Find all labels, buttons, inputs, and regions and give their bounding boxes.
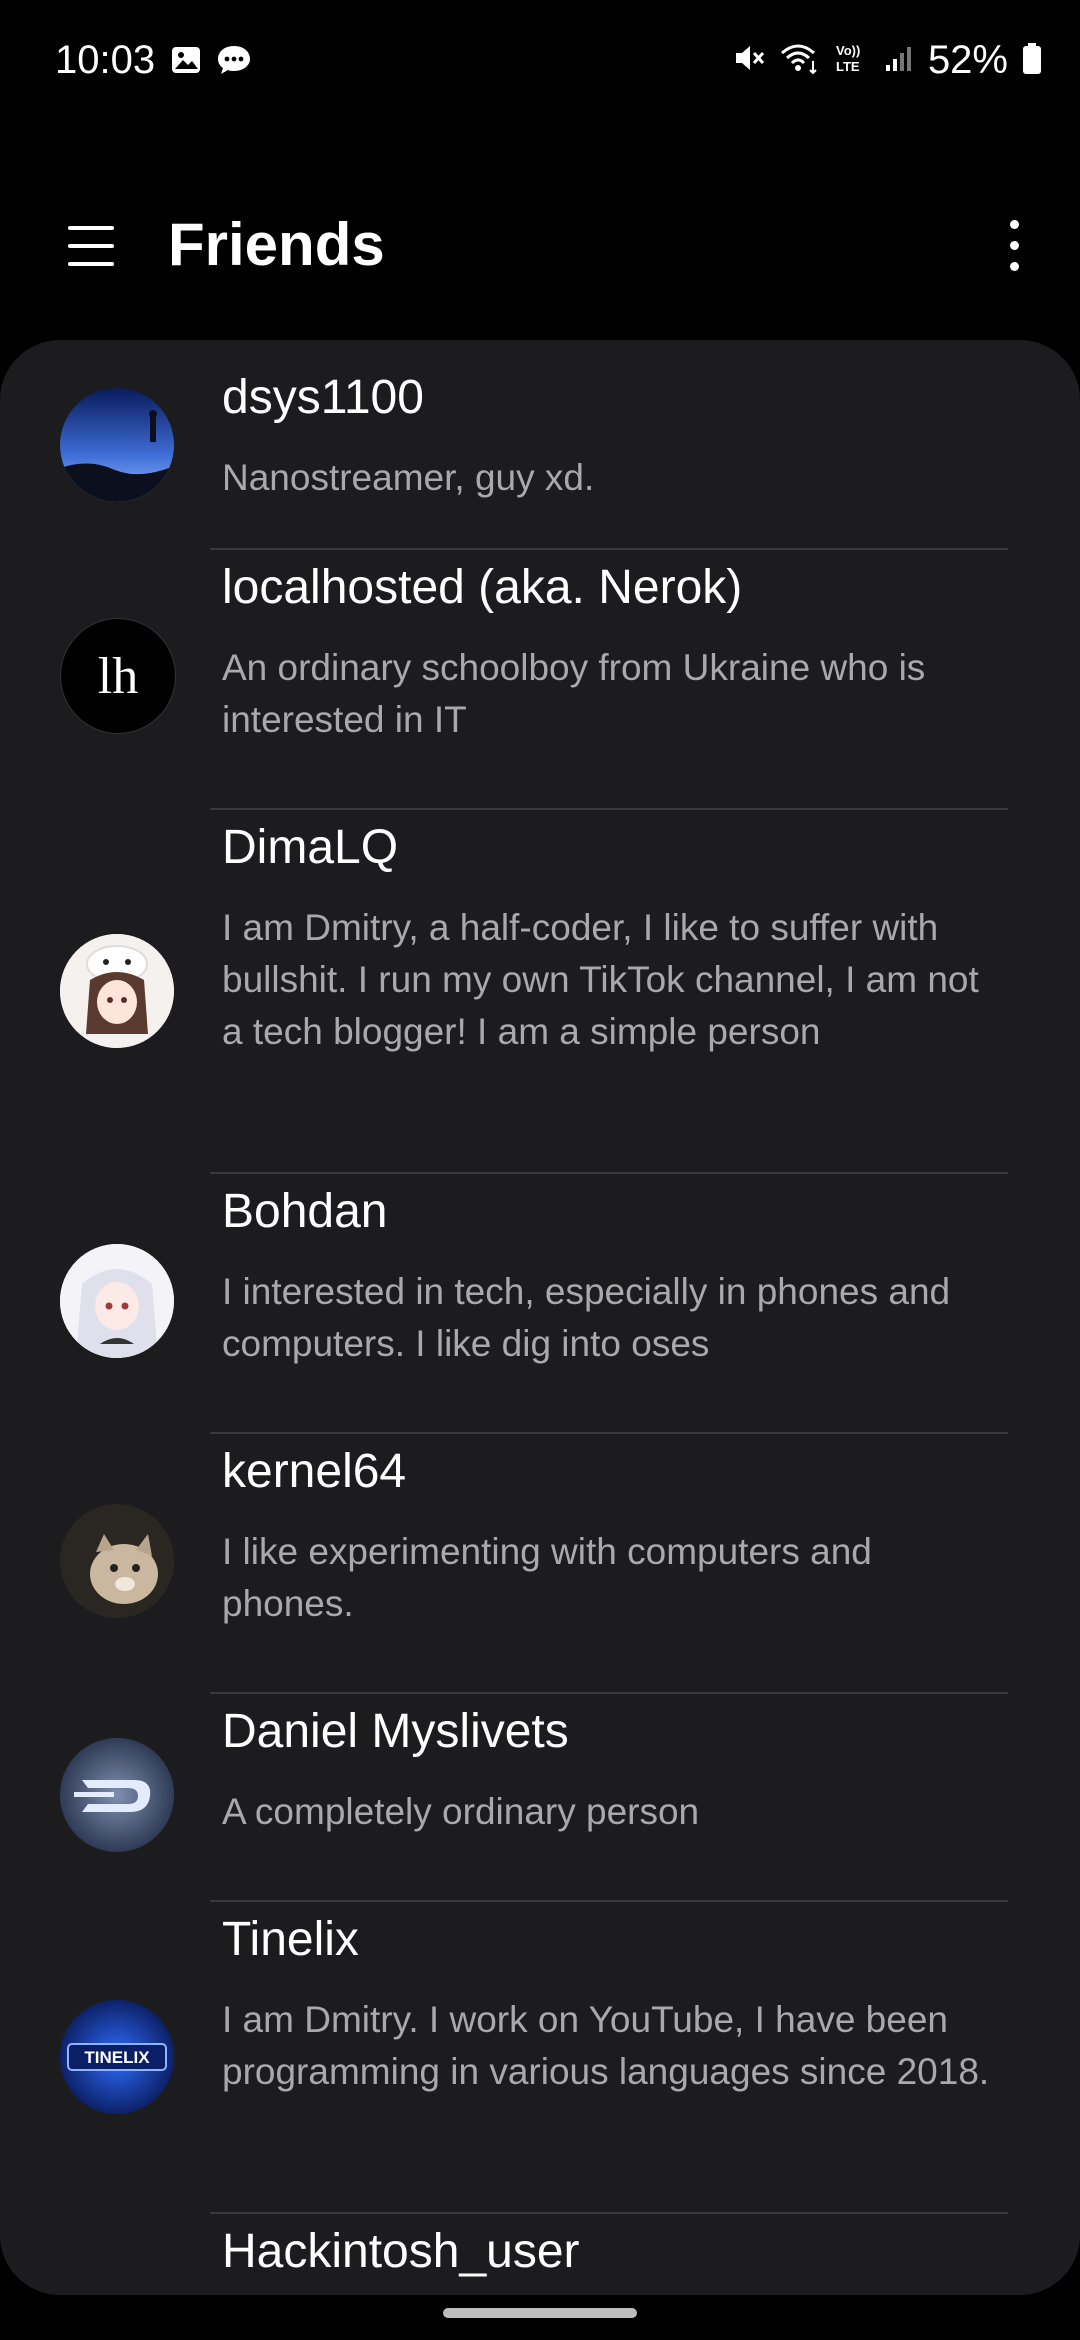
friend-name: dsys1100 [222, 371, 424, 424]
friend-name: DimaLQ [222, 821, 399, 874]
app-bar: Friends [0, 190, 1080, 300]
svg-text:Vo)): Vo)) [836, 43, 860, 58]
friend-name: kernel64 [222, 1445, 407, 1498]
avatar [60, 388, 174, 502]
more-vert-icon-dot [1010, 241, 1019, 250]
hamburger-icon [68, 226, 114, 230]
avatar-tinelix-label: TINELIX [84, 2048, 150, 2067]
friend-description: I interested in tech, especially in phon… [222, 1271, 951, 1364]
gesture-nav-handle[interactable] [443, 2308, 637, 2318]
status-time: 10:03 [55, 38, 156, 82]
friend-item[interactable]: dsys1100 Nanostreamer, guy xd. [0, 340, 1080, 550]
avatar: lh [60, 618, 176, 734]
friend-item[interactable]: Hackintosh_user [0, 2214, 1080, 2295]
mute-icon [732, 41, 766, 80]
avatar [60, 934, 174, 1048]
avatar-lh-label: lh [98, 648, 138, 705]
hamburger-icon-line [68, 244, 114, 248]
chat-bubble-icon [216, 44, 252, 81]
more-options-button[interactable] [986, 216, 1042, 276]
wifi-icon [780, 41, 820, 80]
avatar: TINELIX [60, 2000, 174, 2114]
friend-item[interactable]: Bohdan I interested in tech, especially … [0, 1174, 1080, 1434]
hamburger-icon-line [68, 262, 114, 266]
friend-name: Bohdan [222, 1185, 388, 1238]
more-vert-icon [1010, 220, 1019, 229]
status-bar: 10:03 Vo)) LTE 52% [0, 0, 1080, 125]
battery-icon [1022, 41, 1042, 80]
battery-percent: 52% [927, 38, 1008, 82]
friend-item[interactable]: lh localhosted (aka. Nerok) An ordinary … [0, 550, 1080, 810]
avatar [60, 1504, 174, 1618]
friend-name: Hackintosh_user [222, 2225, 580, 2278]
friend-name: Daniel Myslivets [222, 1705, 569, 1758]
friend-description: An ordinary schoolboy from Ukraine who i… [222, 647, 926, 740]
friend-name: Tinelix [222, 1913, 359, 1966]
friend-item[interactable]: Daniel Myslivets A completely ordinary p… [0, 1694, 1080, 1902]
friend-item[interactable]: kernel64 I like experimenting with compu… [0, 1434, 1080, 1694]
friend-item[interactable]: DimaLQ I am Dmitry, a half-coder, I like… [0, 810, 1080, 1174]
avatar [60, 1738, 174, 1852]
svg-text:LTE: LTE [836, 59, 860, 74]
signal-icon [884, 43, 914, 78]
gallery-icon [170, 44, 202, 81]
friend-description: A completely ordinary person [222, 1791, 700, 1832]
friend-description: Nanostreamer, guy xd. [222, 457, 595, 498]
friends-list: dsys1100 Nanostreamer, guy xd. lh localh… [0, 340, 1080, 2295]
menu-button[interactable] [62, 218, 122, 274]
friend-description: I am Dmitry. I work on YouTube, I have b… [222, 1999, 990, 2092]
friend-description: I am Dmitry, a half-coder, I like to suf… [222, 907, 979, 1052]
page-title: Friends [168, 211, 385, 278]
friend-description: I like experimenting with computers and … [222, 1531, 872, 1624]
avatar [60, 1244, 174, 1358]
more-vert-icon-dot [1010, 262, 1019, 271]
friend-item[interactable]: TINELIX Tinelix I am Dmitry. I work on Y… [0, 1902, 1080, 2214]
volte-icon: Vo)) LTE [834, 41, 870, 80]
friend-name: localhosted (aka. Nerok) [222, 561, 743, 614]
